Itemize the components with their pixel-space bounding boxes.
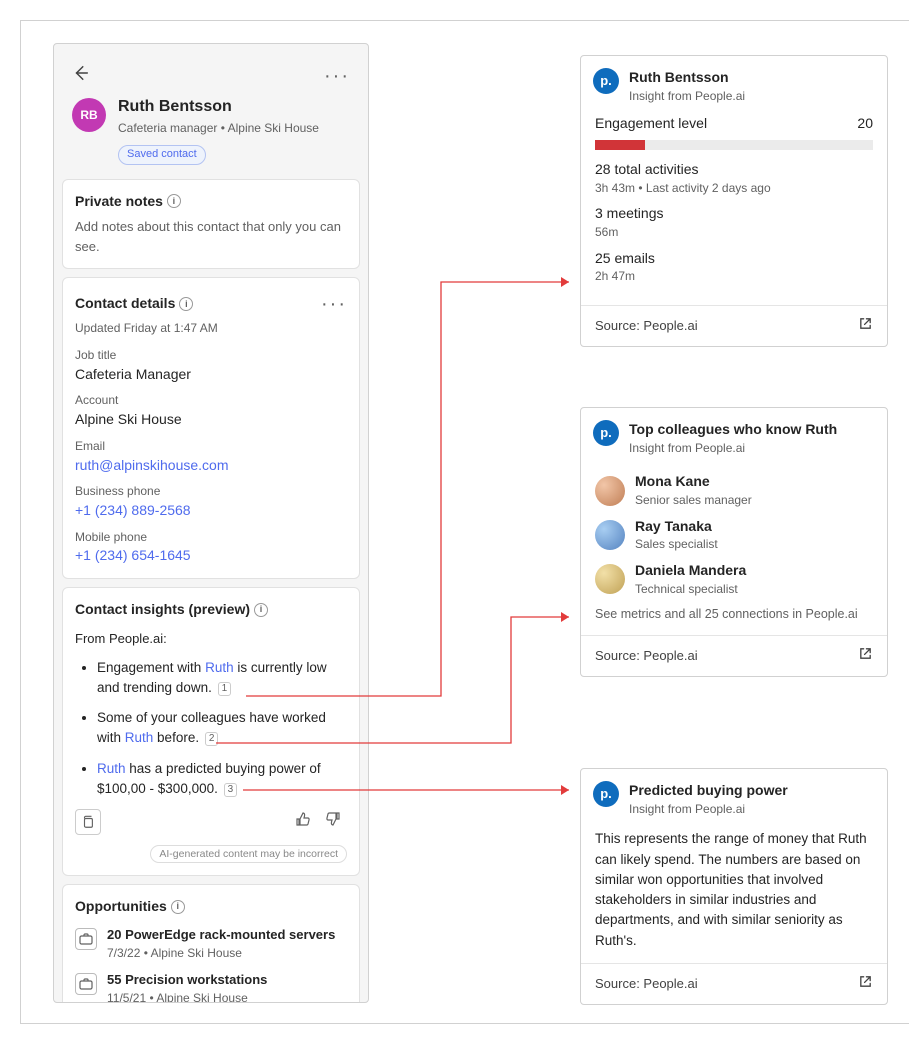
annotation-arrows	[21, 21, 909, 1024]
app-frame: ··· RB Ruth Bentsson Cafeteria manager •…	[20, 20, 909, 1024]
